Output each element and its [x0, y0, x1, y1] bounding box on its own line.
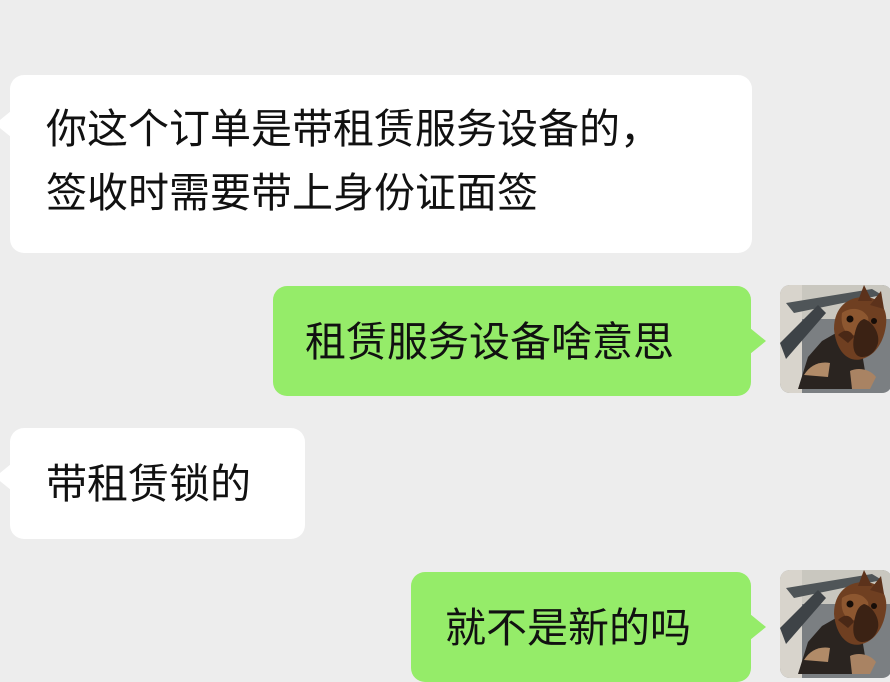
message-text-line: 你这个订单是带租赁服务设备的， [46, 105, 661, 153]
outgoing-message-bubble[interactable]: 就不是新的吗 [411, 572, 766, 682]
incoming-message-bubble[interactable]: 你这个订单是带租赁服务设备的， 签收时需要带上身份证面签 [0, 75, 752, 253]
message-text-line: 租赁服务设备啥意思 [305, 318, 674, 366]
timestamp-cutoff: • • • • • [300, 0, 460, 6]
horse-mask-avatar-icon[interactable] [780, 570, 890, 678]
outgoing-message-bubble[interactable]: 租赁服务设备啥意思 [273, 286, 766, 396]
message-text-line: 就不是新的吗 [445, 604, 691, 652]
message-text-line: 带租赁锁的 [46, 460, 251, 508]
horse-mask-avatar-icon[interactable] [780, 285, 890, 393]
incoming-message-bubble[interactable]: 带租赁锁的 [0, 428, 305, 539]
message-text-line: 签收时需要带上身份证面签 [46, 169, 538, 217]
